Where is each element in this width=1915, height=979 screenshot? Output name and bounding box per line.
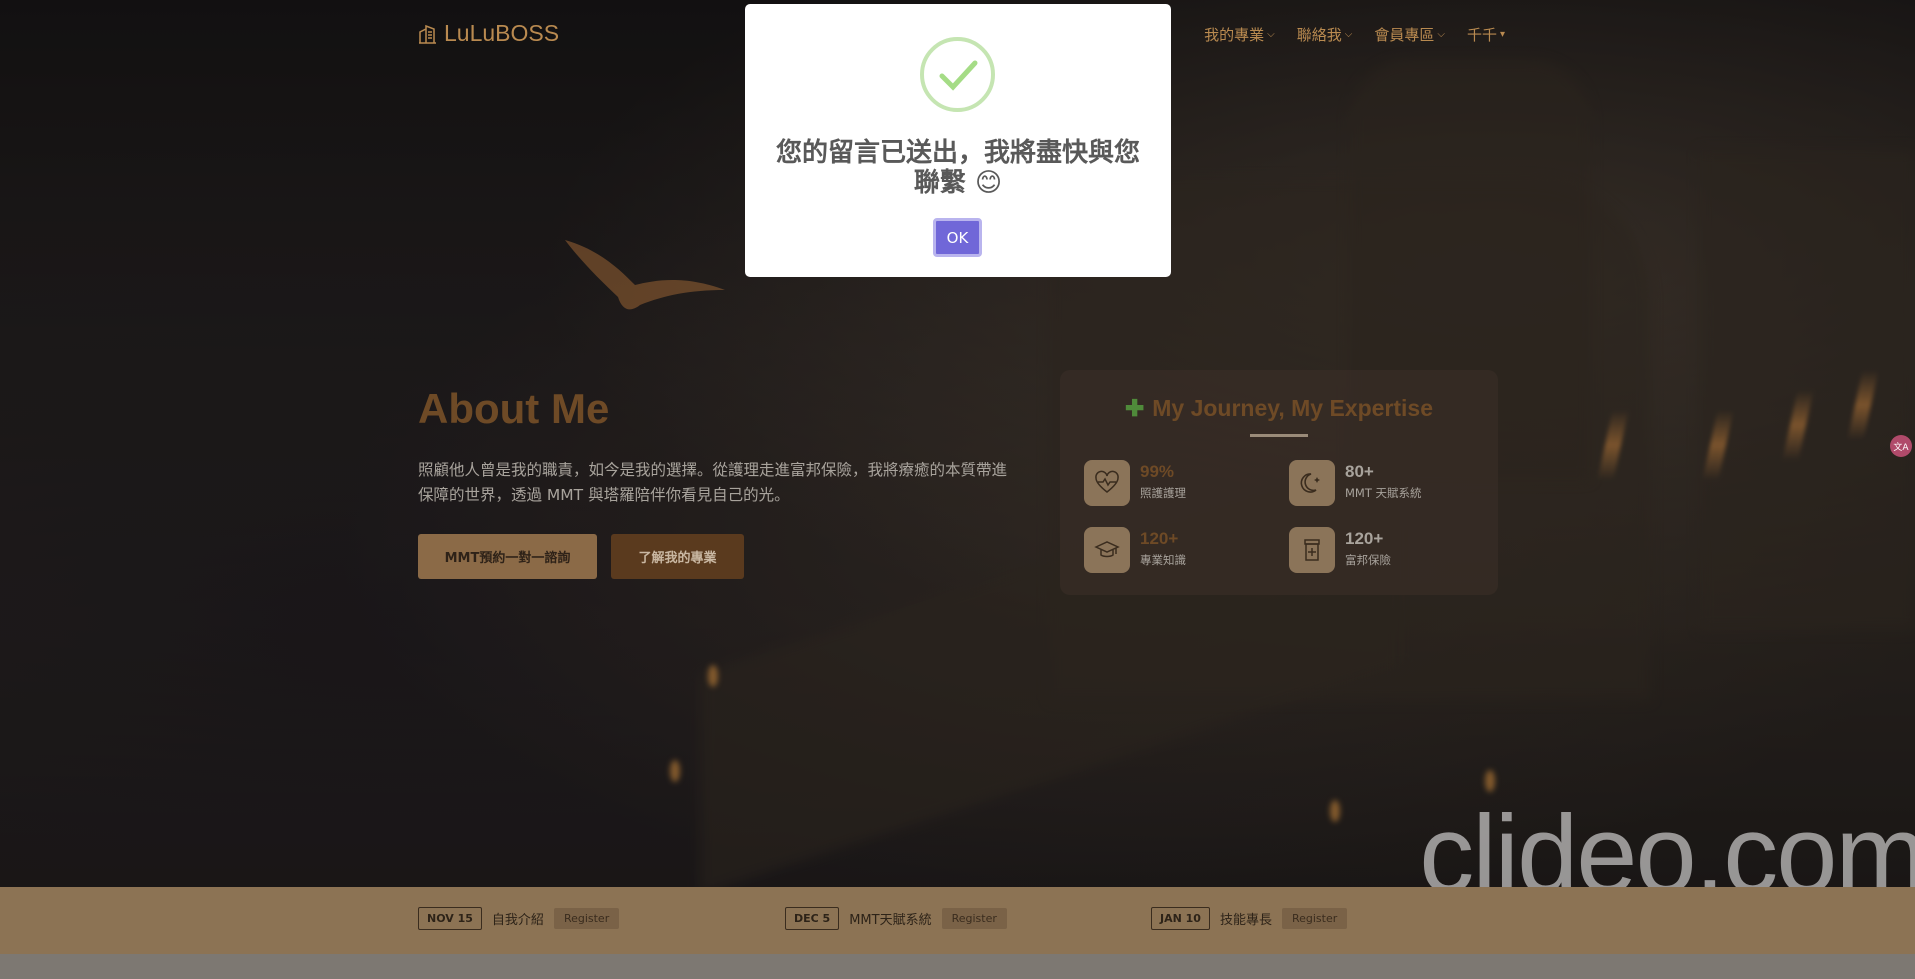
success-dialog: 您的留言已送出，我將盡快與您聯繫 😊 OK bbox=[745, 4, 1171, 277]
ok-button[interactable]: OK bbox=[933, 218, 982, 257]
dialog-message: 您的留言已送出，我將盡快與您聯繫 😊 bbox=[775, 138, 1140, 198]
success-check-icon bbox=[920, 37, 995, 112]
